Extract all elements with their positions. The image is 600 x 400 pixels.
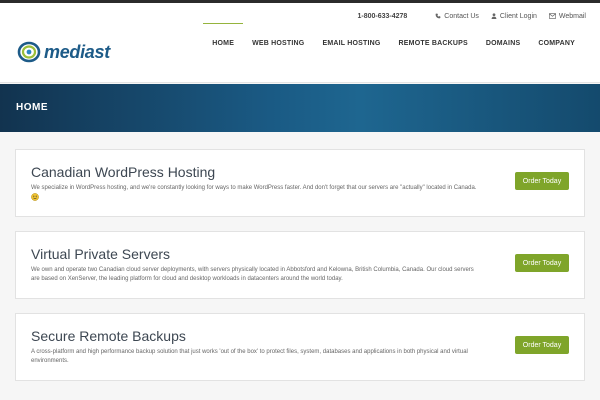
site-logo[interactable]: mediast xyxy=(17,41,110,63)
card-description: We specialize in WordPress hosting, and … xyxy=(31,184,481,203)
card-description: A cross-platform and high performance ba… xyxy=(31,349,468,364)
user-icon xyxy=(491,13,497,19)
nav-domains[interactable]: DOMAINS xyxy=(477,23,529,63)
phone-number: 1-800-633-4278 xyxy=(357,12,408,20)
nav-remote-backups[interactable]: REMOTE BACKUPS xyxy=(390,23,477,63)
card-title: Virtual Private Servers xyxy=(31,246,171,262)
logo-swirl-icon xyxy=(17,41,41,63)
service-card-backups: Secure Remote Backups A cross-platform a… xyxy=(15,313,585,381)
main-nav: HOME WEB HOSTING EMAIL HOSTING REMOTE BA… xyxy=(203,23,584,63)
page-title: HOME xyxy=(16,102,48,113)
order-today-button[interactable]: Order Today xyxy=(515,336,569,354)
client-login-link[interactable]: Client Login xyxy=(491,13,537,20)
webmail-link[interactable]: Webmail xyxy=(548,12,586,20)
contact-us-label: Contact Us xyxy=(444,12,479,20)
nav-email-hosting[interactable]: EMAIL HOSTING xyxy=(313,23,389,63)
order-today-button[interactable]: Order Today xyxy=(515,254,569,272)
phone-icon xyxy=(435,13,441,19)
webmail-label: Webmail xyxy=(558,12,586,20)
card-title: Secure Remote Backups xyxy=(31,328,186,344)
page-banner: HOME xyxy=(0,84,600,132)
smiley-icon xyxy=(31,193,39,201)
utility-bar: 1-800-633-4278 Contact Us Client Login W… xyxy=(357,9,586,23)
contact-us-link[interactable]: Contact Us xyxy=(435,13,479,20)
card-description: We own and operate two Canadian cloud se… xyxy=(31,267,474,282)
client-login-label: Client Login xyxy=(499,12,537,20)
logo-text: mediast xyxy=(44,41,110,62)
card-title: Canadian WordPress Hosting xyxy=(31,164,216,180)
site-header: 1-800-633-4278 Contact Us Client Login W… xyxy=(0,3,600,83)
service-card-vps: Virtual Private Servers We own and opera… xyxy=(15,231,585,299)
mail-icon xyxy=(548,13,556,19)
nav-company[interactable]: COMPANY xyxy=(529,23,584,63)
nav-web-hosting[interactable]: WEB HOSTING xyxy=(243,23,313,63)
service-card-wordpress: Canadian WordPress Hosting We specialize… xyxy=(15,149,585,217)
order-today-button[interactable]: Order Today xyxy=(515,172,569,190)
nav-home[interactable]: HOME xyxy=(203,23,243,63)
